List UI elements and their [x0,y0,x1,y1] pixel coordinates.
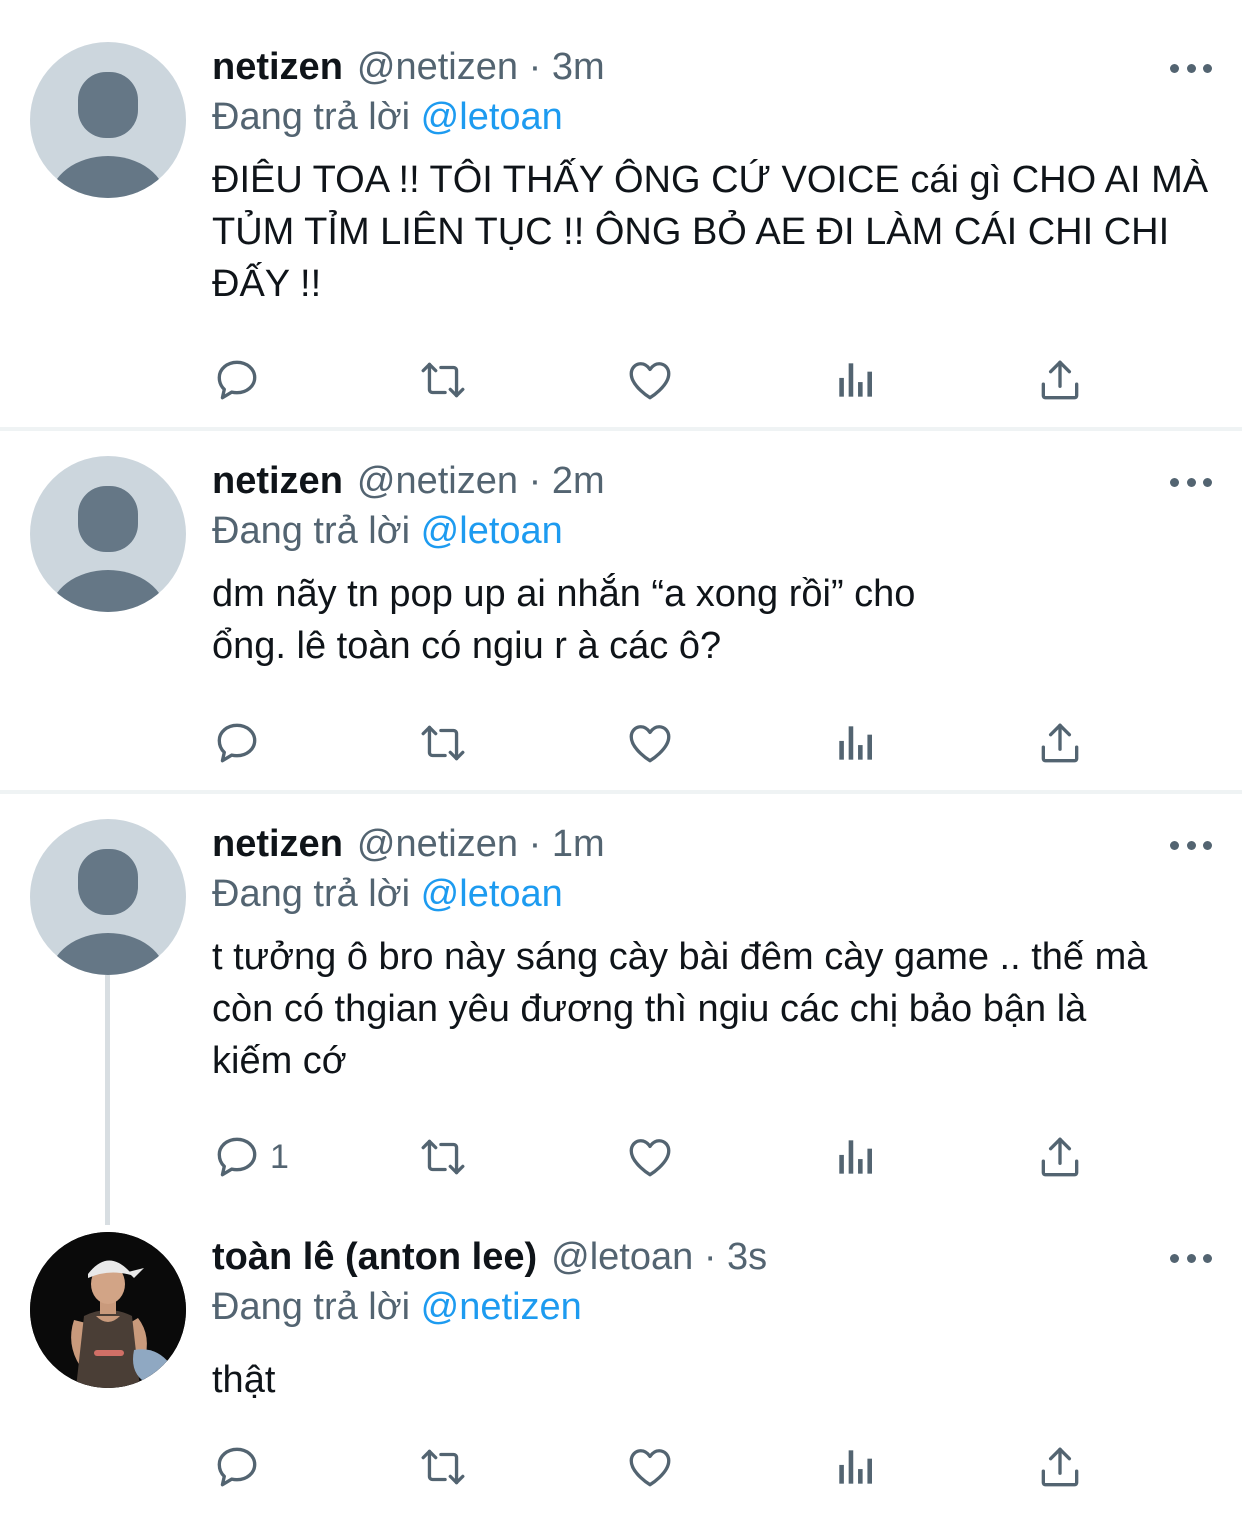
reply-button[interactable] [212,1442,270,1492]
display-name[interactable]: netizen [212,460,343,502]
tweet-text: ĐIÊU TOA !! TÔI THẤY ÔNG CỨ VOICE cái gì… [212,159,1209,305]
tweet-4[interactable]: toàn lê (anton lee) @letoan · 3s Đang trả… [0,1232,1242,1518]
share-button[interactable] [1035,355,1085,405]
replying-to-mention[interactable]: @netizen [421,1286,582,1328]
tweet-text: t tưởng ô bro này sáng cày bài đêm cày g… [212,936,1148,1082]
replying-to: Đang trả lời @letoan [212,869,563,919]
tweet-1[interactable]: netizen @netizen · 3m Đang trả lời @letoa… [0,42,1242,422]
retweet-button[interactable] [415,1442,471,1492]
tweet-divider [0,427,1242,431]
profile-photo-avatar[interactable] [30,1232,186,1388]
views-button[interactable] [832,355,882,405]
replying-to: Đang trả lời @letoan [212,506,563,556]
replying-to-mention[interactable]: @letoan [421,96,563,138]
analytics-icon [839,1450,872,1484]
retweet-icon [421,725,465,761]
replying-to-label: Đang trả lời [212,96,411,138]
tweet-actions [212,355,1112,405]
reply-icon [217,1137,257,1177]
replying-to-mention[interactable]: @letoan [421,873,563,915]
replying-to: Đang trả lời @letoan [212,92,563,142]
analytics-icon [839,363,872,397]
separator-dot: · [528,46,542,88]
replying-to: Đang trả lời @netizen [212,1282,582,1332]
heart-icon [629,362,671,400]
share-icon [1041,1447,1079,1487]
tweet-text: dm nãy tn pop up ai nhắn “a xong rồi” ch… [212,573,916,667]
tweet-time[interactable]: 2m [552,460,605,502]
separator-dot: · [528,823,542,865]
retweet-icon [421,1449,465,1485]
display-name[interactable]: netizen [212,46,343,88]
share-button[interactable] [1035,718,1085,768]
replying-to-label: Đang trả lời [212,873,411,915]
tweet-time[interactable]: 3m [552,46,605,88]
views-button[interactable] [832,1442,882,1492]
tweet-header: netizen @netizen · 1m [212,819,605,869]
default-avatar[interactable] [30,456,186,612]
replying-to-label: Đang trả lời [212,510,411,552]
tweet-text: thật [212,1359,276,1401]
reply-icon [217,1447,257,1487]
views-button[interactable] [832,718,882,768]
tweet-actions: 1 [212,1132,1112,1182]
tweet-header: netizen @netizen · 3m [212,42,605,92]
like-button[interactable] [625,1442,675,1492]
views-button[interactable] [832,1132,882,1182]
reply-button[interactable] [212,355,270,405]
default-avatar[interactable] [30,42,186,198]
retweet-icon [421,362,465,398]
separator-dot: · [703,1236,717,1278]
replying-to-label: Đang trả lời [212,1286,411,1328]
tweet-time[interactable]: 1m [552,823,605,865]
user-handle[interactable]: @netizen [357,460,518,502]
user-handle[interactable]: @netizen [357,46,518,88]
reply-button[interactable]: 1 [212,1132,289,1182]
tweet-actions [212,1442,1112,1492]
retweet-button[interactable] [415,355,471,405]
like-button[interactable] [625,1132,675,1182]
share-icon [1041,1137,1079,1177]
heart-icon [629,1449,671,1487]
share-icon [1041,360,1079,400]
retweet-button[interactable] [415,1132,471,1182]
tweet-2[interactable]: netizen @netizen · 2m Đang trả lời @letoa… [0,456,1242,786]
display-name[interactable]: netizen [212,823,343,865]
display-name[interactable]: toàn lê (anton lee) [212,1236,537,1278]
more-icon[interactable] [1170,474,1212,490]
tweet-actions [212,718,1112,768]
reply-count: 1 [270,1137,289,1176]
more-icon[interactable] [1170,60,1212,76]
heart-icon [629,1139,671,1177]
tweet-divider [0,790,1242,794]
reply-icon [217,360,257,400]
tweet-header: netizen @netizen · 2m [212,456,605,506]
user-handle[interactable]: @letoan [551,1236,693,1278]
share-button[interactable] [1035,1132,1085,1182]
share-icon [1041,723,1079,763]
replying-to-mention[interactable]: @letoan [421,510,563,552]
tweet-time[interactable]: 3s [727,1236,767,1278]
tweet-3[interactable]: netizen @netizen · 1m Đang trả lời @letoa… [0,819,1242,1199]
tweet-header: toàn lê (anton lee) @letoan · 3s [212,1232,767,1282]
more-icon[interactable] [1170,1250,1212,1266]
user-handle[interactable]: @netizen [357,823,518,865]
reply-button[interactable] [212,718,270,768]
heart-icon [629,725,671,763]
share-button[interactable] [1035,1442,1085,1492]
separator-dot: · [528,460,542,502]
reply-icon [217,723,257,763]
like-button[interactable] [625,355,675,405]
more-icon[interactable] [1170,837,1212,853]
analytics-icon [839,726,872,760]
default-avatar[interactable] [30,819,186,975]
analytics-icon [839,1140,872,1174]
retweet-button[interactable] [415,718,471,768]
like-button[interactable] [625,718,675,768]
retweet-icon [421,1139,465,1175]
